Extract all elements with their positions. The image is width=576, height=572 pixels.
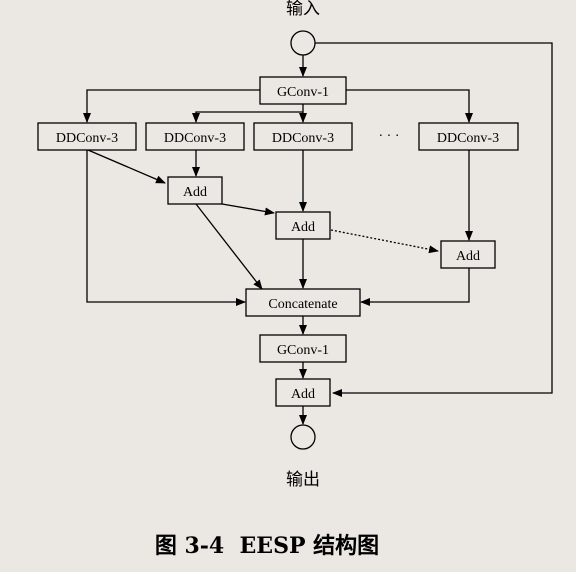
ddconv-n-node: DDConv-3 (418, 122, 519, 151)
edge-add1-concat (195, 203, 263, 290)
gconv-bottom-label: GConv-1 (277, 343, 329, 358)
ddconv-1-node: DDConv-3 (37, 122, 137, 151)
ddconv-2-label: DDConv-3 (164, 131, 226, 146)
add-1-label: Add (183, 185, 207, 200)
add-out-node: Add (275, 378, 331, 407)
add-1-node: Add (167, 176, 223, 205)
ddconv-1-label: DDConv-3 (56, 131, 118, 146)
concatenate-label: Concatenate (268, 297, 337, 312)
add-2-node: Add (275, 211, 331, 240)
ddconv-2-node: DDConv-3 (145, 122, 245, 151)
gconv-top-node: GConv-1 (259, 76, 347, 105)
add-2-label: Add (291, 220, 315, 235)
edge-skip-connection (315, 42, 553, 397)
ddconv-n-label: DDConv-3 (437, 131, 499, 146)
input-label: 输入 (286, 0, 320, 19)
ddconv-3-label: DDConv-3 (272, 131, 334, 146)
edge-addn-concat (360, 268, 470, 306)
edge-gconv-ddconvn (346, 89, 473, 123)
add-n-label: Add (456, 249, 480, 264)
edge-ddconv1-concat (86, 150, 246, 306)
add-n-node: Add (440, 240, 496, 269)
diagram-canvas: 输入 GConv-1 DDConv-3 DDConv-3 DDConv-3 · … (37, 0, 553, 559)
input-node (290, 30, 316, 56)
output-node (290, 424, 316, 450)
ddconv-3-node: DDConv-3 (253, 122, 353, 151)
edge-add1-add2 (221, 203, 275, 216)
gconv-bottom-node: GConv-1 (259, 334, 347, 363)
gconv-top-label: GConv-1 (277, 85, 329, 100)
eesp-diagram: 输入 GConv-1 DDConv-3 DDConv-3 DDConv-3 · … (0, 0, 576, 572)
add-out-label: Add (291, 387, 315, 402)
ellipsis: · · · (379, 129, 400, 144)
edge-gconv-ddconv2 (192, 111, 303, 123)
edge-gconv-ddconv1 (83, 89, 260, 123)
edge-add2-addn (330, 229, 439, 254)
figure-caption: 图 3-4 EESP 结构图 (155, 533, 379, 559)
concatenate-node: Concatenate (245, 288, 361, 317)
edge-ddconv1-add1 (87, 149, 166, 184)
output-label: 输出 (286, 470, 320, 490)
